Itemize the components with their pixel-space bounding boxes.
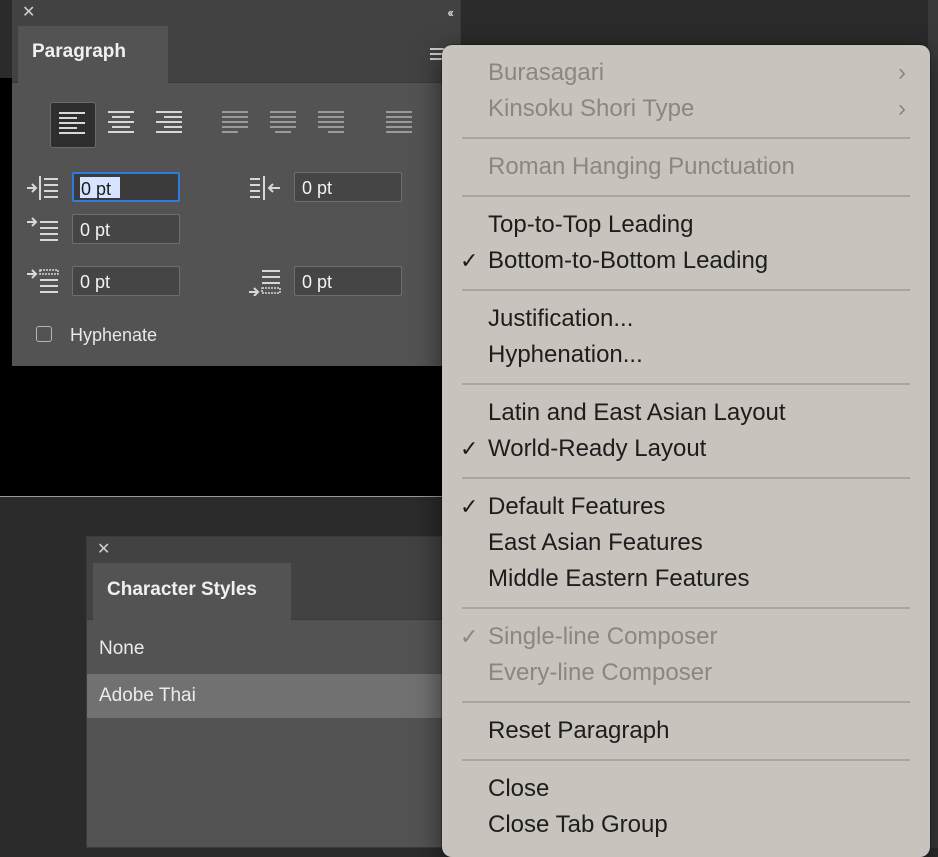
list-item-selected[interactable]: Adobe Thai: [87, 674, 447, 718]
justify-last-center-icon: [270, 111, 298, 136]
menu-separator: [462, 383, 910, 385]
justify-last-left-button[interactable]: [214, 102, 258, 146]
chevron-right-icon: ›: [898, 59, 906, 86]
left-indent-field[interactable]: [72, 172, 180, 202]
align-right-button[interactable]: [148, 102, 192, 146]
menu-item-world-ready-layout[interactable]: World-Ready Layout: [488, 435, 706, 463]
checkmark-icon: ✓: [460, 436, 479, 461]
character-styles-panel: ✕ Character Styles None Adobe Thai: [86, 536, 447, 848]
menu-separator: [462, 607, 910, 609]
checkmark-icon: ✓: [460, 624, 479, 649]
justify-last-left-icon: [222, 111, 250, 136]
menu-separator: [462, 195, 910, 197]
tab-paragraph[interactable]: Paragraph: [18, 26, 168, 83]
space-before-input[interactable]: [80, 272, 170, 293]
hyphenate-label: Hyphenate: [70, 325, 158, 345]
menu-item-middle-eastern-features[interactable]: Middle Eastern Features: [488, 565, 749, 593]
chevron-right-icon: ›: [898, 95, 906, 122]
panel-tab-row: Paragraph: [12, 26, 460, 83]
first-line-indent-icon: [27, 217, 58, 241]
paragraph-panel-menu: Burasagari › Kinsoku Shori Type › Roman …: [442, 45, 930, 857]
list-item-label: None: [99, 638, 145, 659]
menu-item-burasagari[interactable]: Burasagari: [488, 59, 604, 87]
justify-last-right-icon: [318, 111, 346, 136]
menu-item-default-features[interactable]: Default Features: [488, 493, 665, 521]
space-after-input[interactable]: [302, 272, 392, 293]
collapse-icon[interactable]: ‹‹: [447, 5, 454, 20]
justify-last-center-button[interactable]: [262, 102, 306, 146]
checkmark-icon: ✓: [460, 248, 479, 273]
right-indent-field[interactable]: [294, 172, 402, 202]
align-right-icon: [156, 111, 184, 136]
paragraph-panel: ✕ ‹‹ Paragraph 0 pt 0 pt 0 pt 0 pt 0 pt …: [12, 0, 461, 366]
list-item-label: Adobe Thai: [99, 685, 196, 706]
space-before-icon: [27, 269, 59, 293]
tab-label: Character Styles: [107, 579, 257, 600]
menu-separator: [462, 701, 910, 703]
align-center-icon: [108, 111, 136, 136]
left-indent-input[interactable]: [81, 179, 171, 200]
menu-item-top-to-top-leading[interactable]: Top-to-Top Leading: [488, 211, 693, 239]
menu-item-justification[interactable]: Justification...: [488, 305, 633, 333]
menu-item-close-tab-group[interactable]: Close Tab Group: [488, 811, 668, 839]
space-after-field[interactable]: [294, 266, 402, 296]
list-item[interactable]: None: [87, 627, 447, 671]
right-indent-icon: [250, 176, 280, 200]
menu-item-close[interactable]: Close: [488, 775, 549, 803]
menu-item-bottom-to-bottom-leading[interactable]: Bottom-to-Bottom Leading: [488, 247, 768, 275]
align-left-button[interactable]: [50, 102, 96, 148]
menu-separator: [462, 477, 910, 479]
space-before-field[interactable]: [72, 266, 180, 296]
panel-tab-row: Character Styles: [87, 563, 447, 620]
justify-all-icon: [386, 111, 414, 136]
hyphenate-checkbox[interactable]: [36, 326, 52, 342]
panel-titlebar: ✕ ‹‹: [12, 0, 460, 26]
menu-item-hyphenation[interactable]: Hyphenation...: [488, 341, 643, 369]
left-indent-icon: [27, 176, 58, 200]
justify-all-button[interactable]: [378, 102, 422, 146]
right-indent-input[interactable]: [302, 178, 392, 199]
menu-separator: [462, 759, 910, 761]
justify-last-right-button[interactable]: [310, 102, 354, 146]
align-center-button[interactable]: [100, 102, 144, 146]
first-line-indent-field[interactable]: [72, 214, 180, 244]
first-line-indent-input[interactable]: [80, 220, 170, 241]
menu-item-roman-hanging-punctuation[interactable]: Roman Hanging Punctuation: [488, 153, 795, 181]
menu-item-every-line-composer[interactable]: Every-line Composer: [488, 659, 712, 687]
close-icon[interactable]: ✕: [22, 5, 35, 21]
align-left-icon: [59, 112, 87, 137]
tab-character-styles[interactable]: Character Styles: [93, 563, 291, 620]
menu-item-east-asian-features[interactable]: East Asian Features: [488, 529, 703, 557]
menu-item-kinsoku-shori-type[interactable]: Kinsoku Shori Type: [488, 95, 694, 123]
close-icon[interactable]: ✕: [97, 542, 110, 558]
space-after-icon: [249, 270, 281, 296]
menu-item-single-line-composer[interactable]: Single-line Composer: [488, 623, 717, 651]
menu-separator: [462, 289, 910, 291]
checkmark-icon: ✓: [460, 494, 479, 519]
menu-separator: [462, 137, 910, 139]
tab-label: Paragraph: [32, 41, 126, 62]
panel-titlebar: ✕: [87, 537, 447, 563]
menu-item-reset-paragraph[interactable]: Reset Paragraph: [488, 717, 669, 745]
menu-item-latin-east-asian-layout[interactable]: Latin and East Asian Layout: [488, 399, 786, 427]
